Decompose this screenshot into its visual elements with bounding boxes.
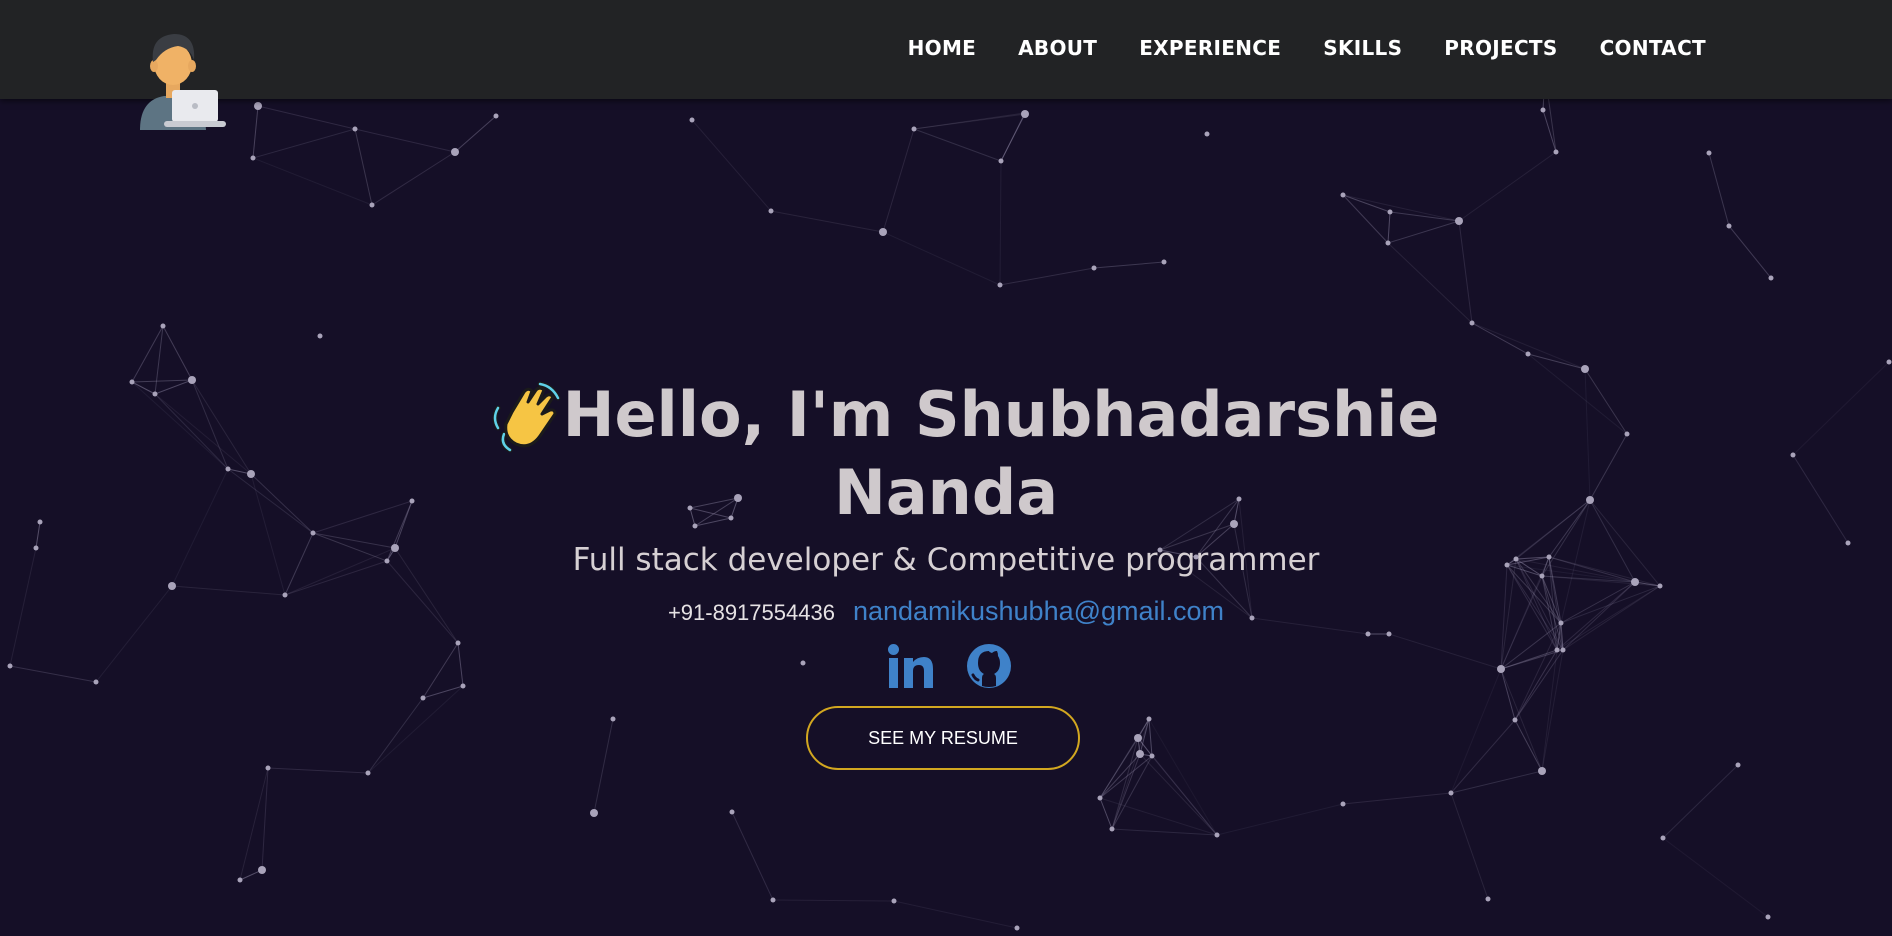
linkedin-icon[interactable] [887, 642, 935, 690]
hero-greeting-line-2: Nanda [833, 456, 1059, 529]
nav-experience-link[interactable]: EXPERIENCE [1139, 36, 1281, 60]
top-navbar: HOME ABOUT EXPERIENCE SKILLS PROJECTS CO… [0, 0, 1892, 99]
nav-contact-link[interactable]: CONTACT [1600, 36, 1706, 60]
see-resume-button[interactable]: SEE MY RESUME [806, 706, 1080, 770]
hero-subtitle: Full stack developer & Competitive progr… [572, 542, 1320, 578]
nav-projects-link[interactable]: PROJECTS [1444, 36, 1557, 60]
email-link[interactable]: nandamikushubha@gmail.com [853, 596, 1224, 627]
social-links [0, 642, 1892, 690]
nav-home-link[interactable]: HOME [908, 36, 977, 60]
github-icon[interactable] [965, 642, 1013, 690]
developer-avatar-icon[interactable] [134, 30, 226, 130]
nav-menu: HOME ABOUT EXPERIENCE SKILLS PROJECTS CO… [908, 0, 1706, 96]
nav-skills-link[interactable]: SKILLS [1323, 36, 1402, 60]
hero-section: Hello, I'm Shubhadarshie Nanda Full stac… [0, 0, 1892, 936]
nav-about-link[interactable]: ABOUT [1018, 36, 1097, 60]
phone-number: +91-8917554436 [667, 600, 835, 625]
hero-greeting-line-1: Hello, I'm Shubhadarshie [562, 378, 1440, 451]
contact-info-row: +91-8917554436 nandamikushubha@gmail.com [0, 596, 1892, 627]
